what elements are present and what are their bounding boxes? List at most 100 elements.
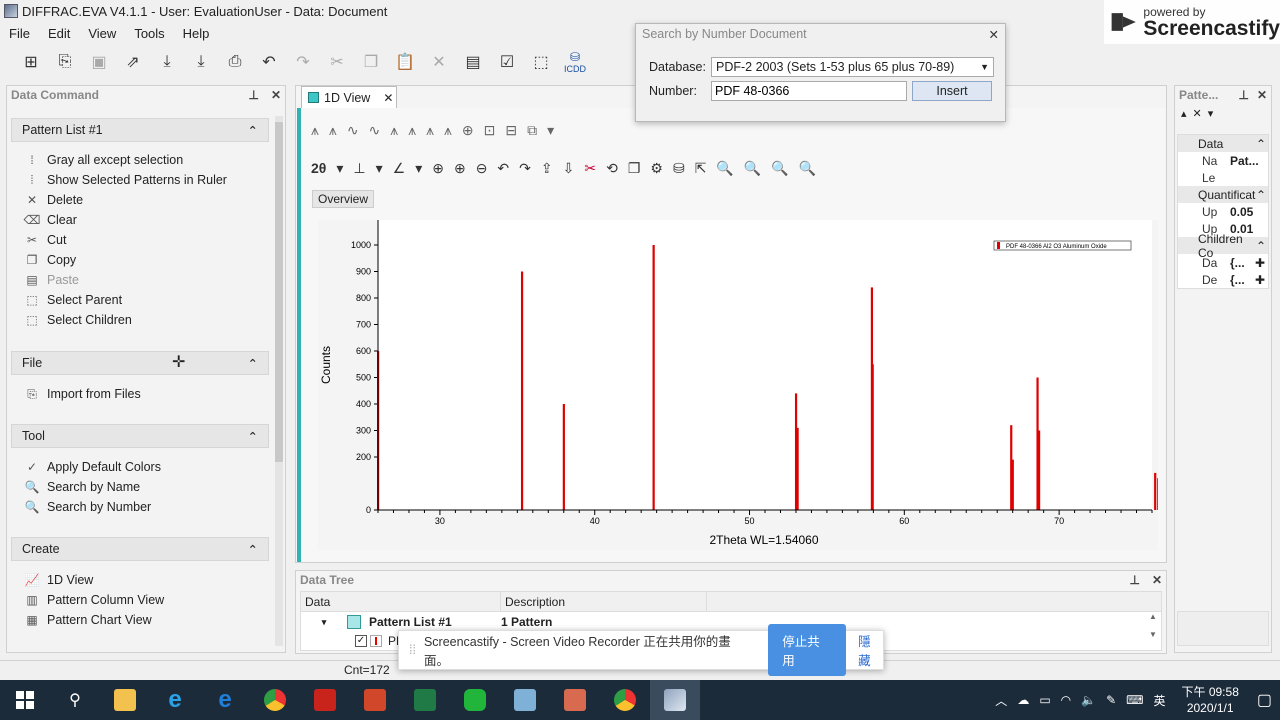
add-icon[interactable]: ✚ (1255, 256, 1268, 270)
wifi-icon[interactable]: ◠ (1061, 693, 1071, 707)
shift-icon[interactable]: ⩚ (444, 122, 452, 139)
volume-icon[interactable]: 🔈 (1081, 693, 1096, 707)
zoom-fit-icon[interactable]: ⊕ (432, 160, 444, 177)
paste-item[interactable]: ▤ Paste (11, 270, 269, 290)
chrome-button-2[interactable] (600, 680, 650, 720)
battery-icon[interactable]: ▭ (1039, 693, 1050, 707)
remove-icon[interactable]: ⊟ (505, 122, 517, 139)
fit-icon[interactable]: ⩚ (426, 122, 434, 139)
excel-button[interactable] (400, 680, 450, 720)
collapse-icon[interactable]: ⌃ (248, 429, 258, 444)
clear-item[interactable]: ⌫ Clear (11, 210, 269, 230)
xrd-chart[interactable]: 0 200 300 400 500 600 700 800 900 1000 30 40 50 60 70… (318, 220, 1158, 550)
peak-bar[interactable] (562, 404, 565, 510)
peak-bar[interactable] (871, 364, 874, 510)
menu-edit[interactable]: Edit (39, 26, 79, 41)
undo-zoom-icon[interactable]: ↶ (497, 160, 509, 177)
show-in-ruler-item[interactable]: ⦙ Show Selected Patterns in Ruler (11, 170, 269, 190)
pin-icon[interactable]: ⊥ (1238, 88, 1248, 102)
prop-row[interactable]: Na Pat... (1178, 152, 1268, 169)
clock[interactable]: 下午 09:58 2020/1/1 (1182, 684, 1239, 716)
number-input[interactable] (711, 81, 907, 101)
ka2-icon[interactable]: ⩚ (329, 122, 337, 139)
prop-group-data[interactable]: Data ⌃ (1178, 135, 1268, 152)
select-children-item[interactable]: ⬚ Select Children (11, 310, 269, 330)
pattern-chart-view-item[interactable]: ▦ Pattern Chart View (11, 610, 269, 630)
background-icon[interactable]: ∿ (369, 122, 381, 139)
chrome-button[interactable] (250, 680, 300, 720)
stack-icon[interactable]: ⧉ (527, 122, 537, 139)
scrollbar[interactable] (275, 116, 283, 646)
pattern-list-header[interactable]: Pattern List #1 ⌃ (11, 118, 269, 142)
import-files-item[interactable]: ⎘ Import from Files (11, 384, 269, 404)
app-button[interactable] (500, 680, 550, 720)
open-icon[interactable]: ⎘ (52, 49, 78, 75)
zoom-down-icon[interactable]: ⊖ (476, 160, 488, 177)
menu-tools[interactable]: Tools (125, 26, 173, 41)
keyboard-icon[interactable]: ⌨ (1126, 693, 1143, 707)
disabled-tool-icon[interactable]: ▣ (86, 49, 112, 75)
zoom-in-icon[interactable]: ⊕ (454, 160, 466, 177)
close-icon[interactable]: ✕ (1257, 88, 1267, 102)
select-parent-item[interactable]: ⬚ Select Parent (11, 290, 269, 310)
scissors-icon[interactable]: ✂ (584, 160, 596, 177)
prop-row[interactable]: Le (1178, 169, 1268, 186)
row-checkbox[interactable]: ✓ (355, 635, 367, 647)
export-view-icon[interactable]: ⇪ (541, 160, 553, 177)
peak-bar[interactable] (1011, 459, 1014, 510)
tab-1d-view[interactable]: 1D View ✕ (301, 86, 397, 108)
edge-button[interactable]: e (200, 680, 250, 720)
pen-icon[interactable]: ✎ (1106, 693, 1116, 707)
dropdown-icon[interactable]: ▾ (1208, 107, 1214, 120)
close-icon[interactable]: ✕ (989, 27, 999, 42)
search-button[interactable]: ⚲ (50, 680, 100, 720)
1d-view-item[interactable]: 📈 1D View (11, 570, 269, 590)
dropdown-icon[interactable]: ▾ (376, 160, 383, 177)
diffrac-eva-button[interactable] (650, 680, 700, 720)
export-icon[interactable]: ⇗ (120, 49, 146, 75)
peak-tool-icon[interactable]: ⩚ (311, 122, 319, 139)
cut-icon[interactable]: ✂ (324, 49, 350, 75)
prop-row[interactable]: Up 0.05 (1178, 203, 1268, 220)
magnify-icon[interactable]: 🔍 (716, 160, 733, 177)
gray-all-item[interactable]: ⁞ Gray all except selection (11, 150, 269, 170)
acrobat-button[interactable] (300, 680, 350, 720)
print-icon[interactable]: ⎙ (222, 49, 248, 75)
menu-view[interactable]: View (79, 26, 125, 41)
peak-search-icon[interactable]: 🔍 (771, 160, 788, 177)
prop-row[interactable]: Da {... ✚ (1178, 254, 1268, 271)
download-query-icon[interactable]: ⤓ (188, 49, 214, 75)
move-icon[interactable]: ⊡ (484, 122, 496, 139)
file-explorer-button[interactable] (100, 680, 150, 720)
file-header[interactable]: File ⌃ (11, 351, 269, 375)
tool-header[interactable]: Tool ⌃ (11, 424, 269, 448)
extra-search-icon[interactable]: 🔍 (799, 160, 816, 177)
dropdown-icon[interactable]: ▾ (336, 160, 343, 177)
close-icon[interactable]: ✕ (271, 88, 281, 102)
color-icon[interactable]: ⚙ (650, 160, 663, 177)
tree-scrollbar[interactable]: ▲ ▼ (1149, 612, 1159, 639)
menu-help[interactable]: Help (174, 26, 219, 41)
range-icon[interactable]: ⩚ (408, 122, 416, 139)
create-header[interactable]: Create ⌃ (11, 537, 269, 561)
line-button[interactable] (450, 680, 500, 720)
2theta-button[interactable]: 2θ (311, 160, 326, 176)
cloud-icon[interactable]: ☁ (1017, 693, 1029, 707)
peak-bar[interactable] (796, 427, 799, 510)
powerpoint-button[interactable] (350, 680, 400, 720)
pattern-column-view-item[interactable]: ▥ Pattern Column View (11, 590, 269, 610)
insert-button[interactable]: Insert (912, 81, 992, 101)
stop-sharing-button[interactable]: 停止共用 (768, 624, 847, 676)
overview-tab[interactable]: Overview (312, 190, 374, 208)
line-icon[interactable]: ∠ (393, 160, 406, 177)
pin-icon[interactable]: ⊥ (248, 88, 258, 102)
redo-icon[interactable]: ↷ (290, 49, 316, 75)
notification-center-icon[interactable]: ▢ (1257, 690, 1272, 710)
search-number-icon[interactable]: 🔍 (744, 160, 761, 177)
collapse-icon[interactable]: ⌃ (1256, 239, 1268, 253)
delete-icon[interactable]: ✕ (426, 49, 452, 75)
db-icon[interactable]: ⛁ (673, 160, 685, 177)
apply-default-colors-item[interactable]: ✓ Apply Default Colors (11, 457, 269, 477)
dropdown-icon[interactable]: ▾ (415, 160, 422, 177)
smooth-icon[interactable]: ∿ (347, 122, 359, 139)
